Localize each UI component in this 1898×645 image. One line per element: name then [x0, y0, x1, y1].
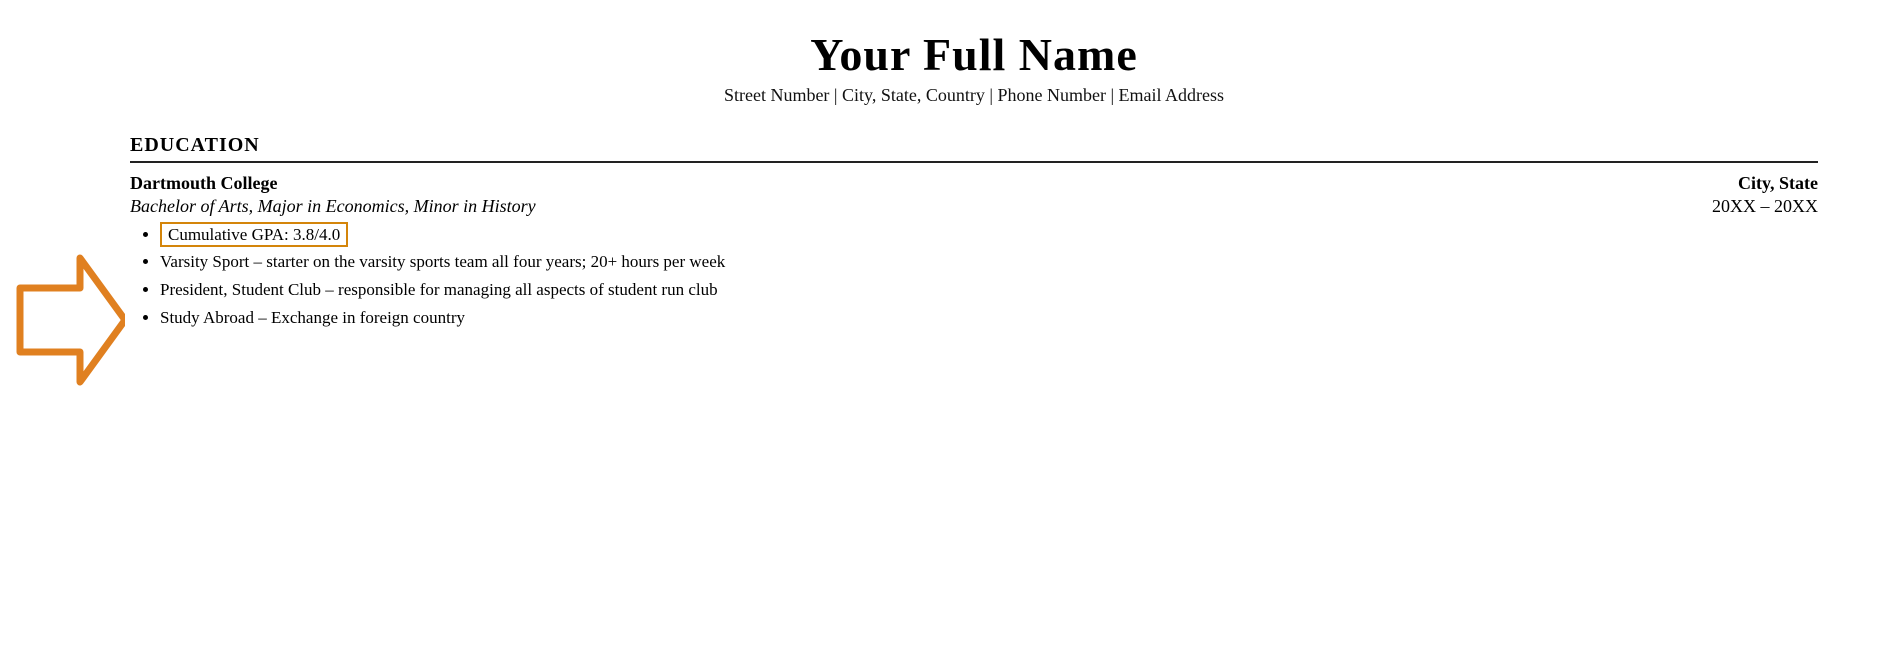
list-item-study-abroad: Study Abroad – Exchange in foreign count… [160, 306, 1818, 330]
degree: Bachelor of Arts, Major in Economics, Mi… [130, 196, 536, 217]
section-title: EDUCATION [130, 134, 1818, 157]
resume-header: Your Full Name Street Number | City, Sta… [130, 30, 1818, 106]
institution-name: Dartmouth College [130, 173, 277, 194]
degree-line: Bachelor of Arts, Major in Economics, Mi… [130, 196, 1818, 217]
full-name: Your Full Name [130, 30, 1818, 81]
location: City, State [1738, 173, 1818, 194]
contact-info: Street Number | City, State, Country | P… [130, 85, 1818, 106]
list-item-gpa: Cumulative GPA: 3.8/4.0 [160, 223, 1818, 247]
list-item-president: President, Student Club – responsible fo… [160, 278, 1818, 302]
education-section: EDUCATION Dartmouth College City, State … [130, 134, 1818, 330]
gpa-highlight: Cumulative GPA: 3.8/4.0 [160, 222, 348, 247]
entry-header: Dartmouth College City, State [130, 173, 1818, 194]
list-item-varsity: Varsity Sport – starter on the varsity s… [160, 250, 1818, 274]
section-divider [130, 161, 1818, 163]
resume-content: Your Full Name Street Number | City, Sta… [0, 0, 1898, 645]
page-wrapper: Your Full Name Street Number | City, Sta… [0, 0, 1898, 645]
bullet-list: Cumulative GPA: 3.8/4.0 Varsity Sport – … [130, 223, 1818, 330]
dates: 20XX – 20XX [1712, 196, 1818, 217]
